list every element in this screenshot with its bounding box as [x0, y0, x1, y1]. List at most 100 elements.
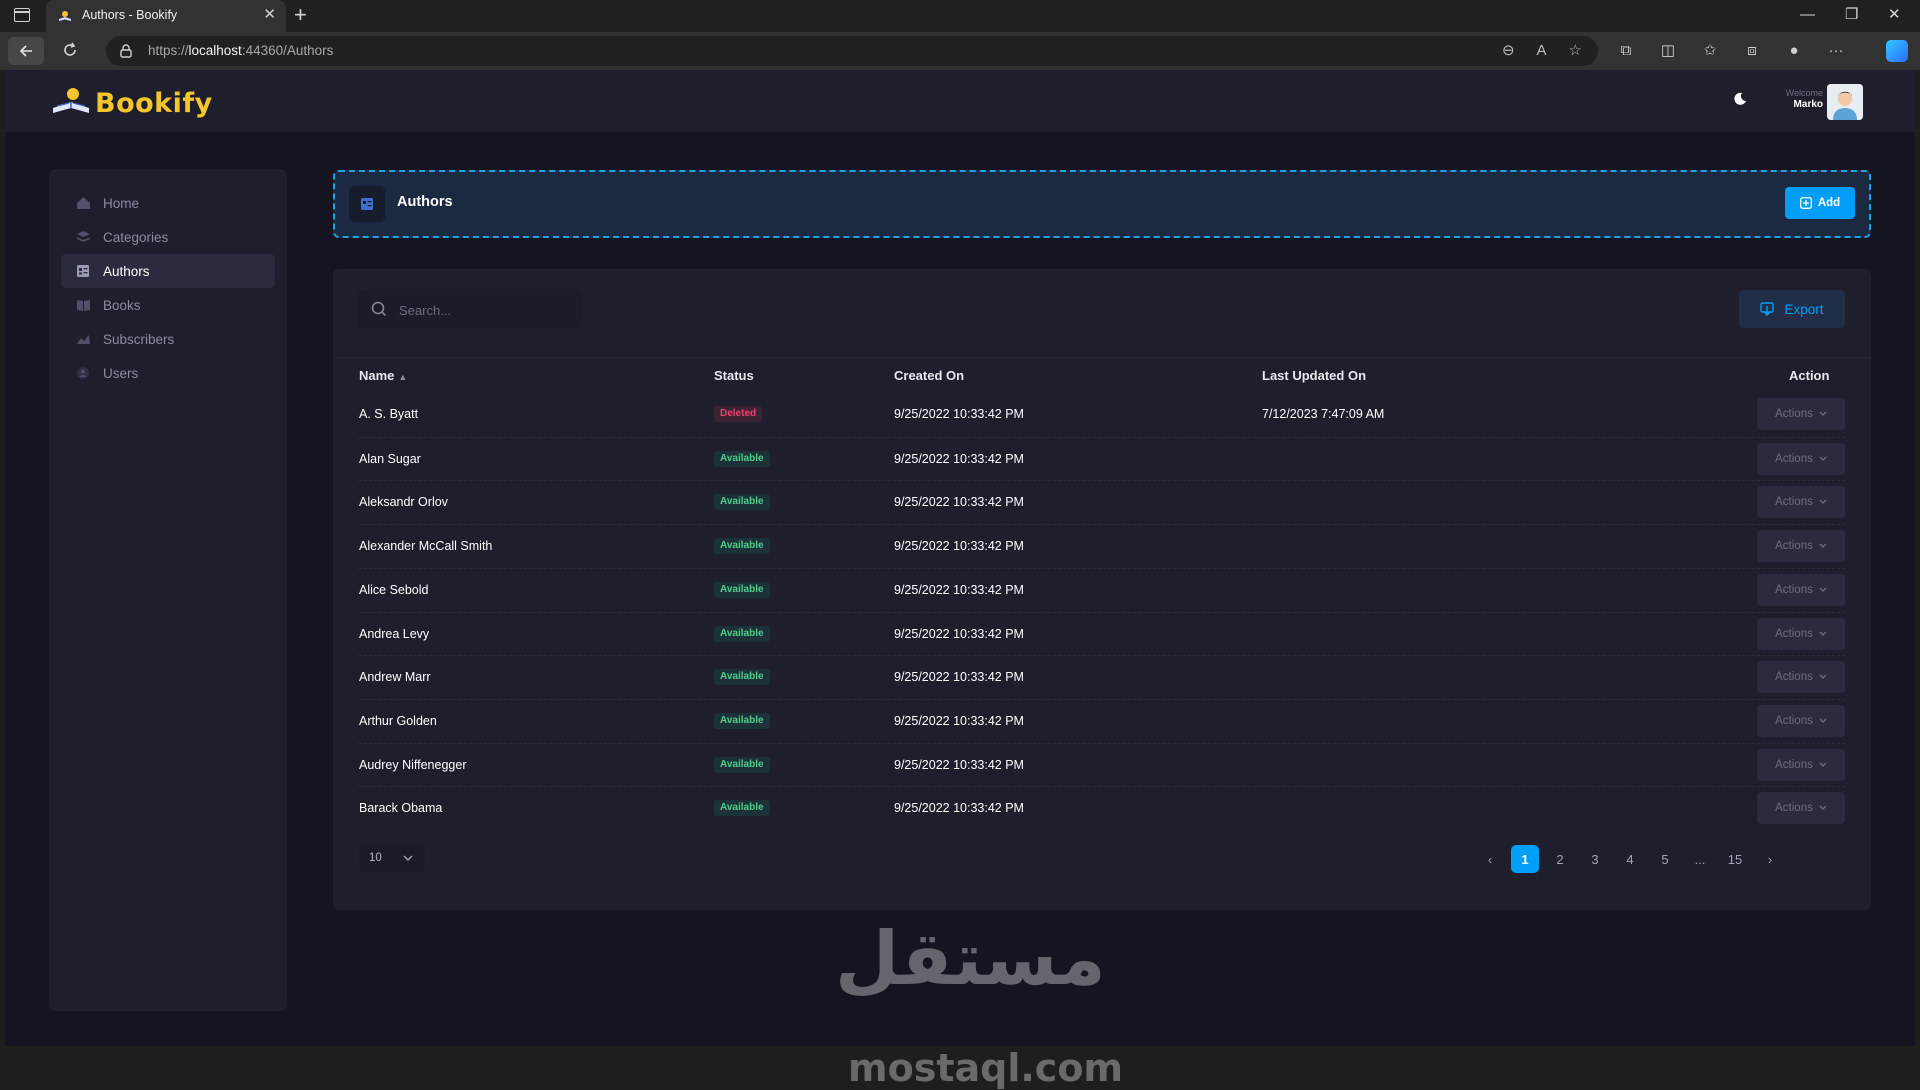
- table-row: Alexander McCall Smith Available 9/25/2022…: [359, 524, 1845, 568]
- actions-dropdown-button[interactable]: Actions: [1757, 530, 1845, 563]
- page-button-3[interactable]: 3: [1581, 845, 1609, 873]
- subscribers-icon: [75, 331, 91, 347]
- page-button-2[interactable]: 2: [1546, 845, 1574, 873]
- app-page: Bookify Welcome Marko Home Categories Au…: [5, 70, 1915, 1090]
- actions-dropdown-button[interactable]: Actions: [1757, 704, 1845, 737]
- sidebar-item-subscribers[interactable]: Subscribers: [61, 322, 275, 356]
- column-header-name[interactable]: Name ▲: [359, 368, 407, 383]
- sidebar-item-home[interactable]: Home: [61, 186, 275, 220]
- brand-name[interactable]: Bookify: [95, 88, 213, 119]
- chevron-down-icon: [1819, 499, 1827, 505]
- created-on: 9/25/2022 10:33:42 PM: [894, 670, 1024, 685]
- favicon-icon: [59, 11, 71, 21]
- status-badge: Available: [714, 756, 770, 773]
- user-greeting: Welcome Marko: [1763, 88, 1823, 110]
- page-button-5[interactable]: 5: [1651, 845, 1679, 873]
- home-icon: [75, 195, 91, 211]
- minimize-icon[interactable]: —: [1800, 5, 1815, 25]
- sidebar-item-books[interactable]: Books: [61, 288, 275, 322]
- browser-tab-bar: Authors - Bookify ✕ + — ❐ ✕: [0, 0, 1920, 32]
- actions-dropdown-button[interactable]: Actions: [1757, 792, 1845, 825]
- export-button-label: Export: [1784, 301, 1824, 317]
- created-on: 9/25/2022 10:33:42 PM: [894, 801, 1024, 816]
- table-row: Arthur Golden Available 9/25/2022 10:33:42…: [359, 698, 1845, 743]
- sidebar-item-categories[interactable]: Categories: [61, 220, 275, 254]
- column-header-created[interactable]: Created On: [894, 368, 964, 383]
- column-header-status[interactable]: Status: [714, 368, 754, 383]
- actions-dropdown-button[interactable]: Actions: [1757, 398, 1845, 430]
- more-menu-icon[interactable]: ···: [1826, 41, 1846, 61]
- split-screen-icon[interactable]: ◫: [1658, 41, 1678, 61]
- chevron-down-icon: [1819, 411, 1827, 416]
- bookify-logo-icon[interactable]: [51, 86, 91, 116]
- page-title: Authors: [397, 194, 453, 210]
- sidebar-item-users[interactable]: Users: [61, 356, 275, 390]
- table-row: Andrew Marr Available 9/25/2022 10:33:42 P…: [359, 655, 1845, 699]
- actions-dropdown-button[interactable]: Actions: [1757, 748, 1845, 781]
- lock-icon[interactable]: [120, 44, 132, 58]
- favorites-icon[interactable]: ✩: [1700, 41, 1720, 61]
- search-input[interactable]: [397, 290, 581, 330]
- sidebar: Home Categories Authors Books Subscriber…: [49, 169, 287, 1011]
- actions-dropdown-button[interactable]: Actions: [1757, 573, 1845, 606]
- url-field[interactable]: https://localhost:44360/Authors ⊖ A ☆: [106, 36, 1598, 66]
- actions-dropdown-button[interactable]: Actions: [1757, 486, 1845, 519]
- actions-dropdown-button[interactable]: Actions: [1757, 661, 1845, 694]
- back-arrow-icon: [19, 45, 32, 57]
- status-badge: Available: [714, 625, 770, 642]
- authors-icon: [75, 263, 91, 279]
- page-size-value: 10: [369, 852, 382, 864]
- column-header-updated[interactable]: Last Updated On: [1262, 368, 1366, 383]
- favorite-star-icon[interactable]: ☆: [1569, 42, 1582, 60]
- close-window-icon[interactable]: ✕: [1888, 5, 1901, 25]
- actions-dropdown-button[interactable]: Actions: [1757, 442, 1845, 475]
- sidebar-item-authors[interactable]: Authors: [61, 254, 275, 288]
- tab-actions-icon[interactable]: [14, 8, 30, 22]
- welcome-label: Welcome: [1785, 88, 1823, 98]
- previous-page-icon[interactable]: ‹: [1476, 845, 1504, 873]
- table-header: Name ▲ Status Created On Last Updated On …: [333, 357, 1871, 394]
- next-page-icon[interactable]: ›: [1756, 845, 1784, 873]
- read-aloud-icon[interactable]: A: [1537, 42, 1547, 60]
- page-button-4[interactable]: 4: [1616, 845, 1644, 873]
- status-badge: Available: [714, 494, 770, 511]
- new-tab-icon[interactable]: +: [294, 2, 307, 28]
- table-row: Andrea Levy Available 9/25/2022 10:33:42 P…: [359, 611, 1845, 656]
- add-button-label: Add: [1817, 197, 1841, 209]
- authors-card: Export Name▲ Status Created On Last Upda…: [333, 269, 1871, 910]
- created-on: 9/25/2022 10:33:42 PM: [894, 582, 1024, 597]
- export-button[interactable]: Export: [1739, 290, 1845, 328]
- avatar[interactable]: [1827, 84, 1863, 120]
- reload-icon[interactable]: [62, 42, 78, 58]
- author-name: Alice Sebold: [359, 582, 429, 597]
- user-name: Marko: [1793, 99, 1823, 110]
- collections-icon[interactable]: ⧈: [1742, 41, 1762, 61]
- page-size-select[interactable]: 10: [359, 845, 425, 873]
- author-name: Audrey Niffenegger: [359, 757, 467, 772]
- plus-square-icon: [1799, 197, 1812, 209]
- created-on: 9/25/2022 10:33:42 PM: [894, 757, 1024, 772]
- extensions-icon[interactable]: ⧉: [1616, 41, 1636, 61]
- browser-tab[interactable]: Authors - Bookify ✕: [46, 0, 286, 32]
- zoom-icon[interactable]: ⊖: [1502, 42, 1515, 60]
- categories-icon: [75, 229, 91, 245]
- moon-icon[interactable]: [1733, 92, 1747, 106]
- user-avatar-icon: [1827, 84, 1863, 120]
- authors-icon: [349, 186, 385, 222]
- add-author-button[interactable]: Add: [1785, 187, 1855, 219]
- page-button-1[interactable]: 1: [1511, 845, 1539, 873]
- chevron-down-icon: [1819, 674, 1827, 680]
- copilot-icon[interactable]: [1886, 40, 1908, 62]
- actions-dropdown-button[interactable]: Actions: [1757, 617, 1845, 650]
- column-header-action: Action: [1789, 368, 1830, 383]
- restore-icon[interactable]: ❐: [1845, 5, 1858, 25]
- close-tab-icon[interactable]: ✕: [263, 6, 276, 24]
- author-name: Alan Sugar: [359, 451, 421, 466]
- back-button[interactable]: [8, 37, 44, 65]
- table-row: Alice Sebold Available 9/25/2022 10:33:42 …: [359, 567, 1845, 612]
- profile-icon[interactable]: ●: [1784, 41, 1804, 61]
- export-icon: [1760, 302, 1775, 316]
- author-name: Andrew Marr: [359, 670, 431, 685]
- watermark-arabic: مستقل: [835, 916, 1106, 1002]
- page-button-15[interactable]: 15: [1721, 845, 1749, 873]
